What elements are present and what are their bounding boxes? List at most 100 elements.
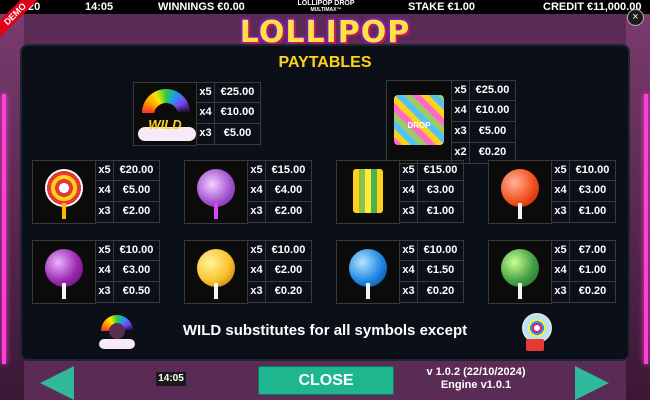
- paytable-orange-lollipop: x5 €10.00 x4 €3.00 x3 €1.00: [488, 160, 616, 224]
- payout-row: x3 €0.50: [96, 282, 160, 303]
- paytable-purple-lollipop: x5 €10.00 x4 €3.00 x3 €0.50: [32, 240, 160, 304]
- payout-row: x4 €4.00: [248, 181, 312, 202]
- payout-value: €1.00: [418, 202, 464, 223]
- yellow-lollipop-icon: [184, 240, 248, 304]
- payout-count: x5: [552, 160, 570, 181]
- payout-row: x3 €2.00: [248, 202, 312, 223]
- version-label: v 1.0.2 (22/10/2024): [426, 366, 526, 378]
- payout-row: x4 €5.00: [96, 181, 160, 202]
- engine-label: Engine v1.0.1: [440, 379, 512, 391]
- payout-count: x5: [400, 160, 418, 181]
- heart-lollipop-icon: [184, 160, 248, 224]
- close-button[interactable]: CLOSE: [258, 366, 394, 395]
- payout-count: x3: [248, 282, 266, 303]
- payout-value: €7.00: [570, 240, 616, 261]
- payout-value: €10.00: [215, 103, 261, 124]
- payout-row: x3 €5.00: [197, 124, 261, 145]
- payout-value: €3.00: [418, 181, 464, 202]
- arrow-right-icon[interactable]: [575, 366, 609, 400]
- payout-count: x3: [248, 202, 266, 223]
- candy-head: [197, 169, 235, 207]
- payout-value: €1.00: [570, 202, 616, 223]
- payout-value: €0.50: [114, 282, 160, 303]
- payout-row: x5 €15.00: [400, 160, 464, 181]
- arrow-left-icon[interactable]: [40, 366, 74, 400]
- candy-bag-shape: [394, 95, 444, 145]
- payout-count: x4: [248, 261, 266, 282]
- payout-value: €2.00: [266, 202, 312, 223]
- payout-value: €10.00: [114, 240, 160, 261]
- winnings: WINNINGS €0.00: [158, 1, 245, 13]
- candy-bag-label: DROP: [407, 121, 431, 130]
- payout-row: x5 €10.00: [552, 160, 616, 181]
- payout-value: €4.00: [266, 181, 312, 202]
- red-swirl-lollipop-icon: [32, 160, 96, 224]
- payout-row: x5 €25.00: [197, 82, 261, 103]
- payout-value: €2.00: [266, 261, 312, 282]
- candy-stick: [518, 203, 522, 219]
- payout-value: €5.00: [114, 181, 160, 202]
- payout-row: x4 €1.00: [552, 261, 616, 282]
- payout-value: €10.00: [570, 160, 616, 181]
- paytable-red-swirl: x5 €20.00 x4 €5.00 x3 €2.00: [32, 160, 160, 224]
- payout-count: x3: [552, 282, 570, 303]
- payout-row: x3 €0.20: [248, 282, 312, 303]
- cloud-shape: [99, 339, 135, 349]
- payout-row: x5 €20.00: [96, 160, 160, 181]
- payout-value: €10.00: [266, 240, 312, 261]
- payout-value: €0.20: [570, 282, 616, 303]
- payout-row: x5 €7.00: [552, 240, 616, 261]
- purple-lollipop-icon: [32, 240, 96, 304]
- payout-count: x5: [248, 160, 266, 181]
- green-lollipop-icon: [488, 240, 552, 304]
- payout-row: x5 €25.00: [452, 80, 516, 101]
- payout-value: €0.20: [418, 282, 464, 303]
- gumball-base: [526, 339, 544, 351]
- blue-lollipop-icon: [336, 240, 400, 304]
- payout-count: x4: [96, 261, 114, 282]
- paytable-heart-lollipops: x5 €15.00 x4 €4.00 x3 €2.00: [184, 160, 312, 224]
- payout-row: x4 €1.50: [400, 261, 464, 282]
- payout-row: x3 €0.20: [552, 282, 616, 303]
- payout-count: x4: [248, 181, 266, 202]
- payout-count: x4: [400, 181, 418, 202]
- paytable-blue-lollipop: x5 €10.00 x4 €1.50 x3 €0.20: [336, 240, 464, 304]
- candy-head: [353, 169, 383, 213]
- paytable-candy-bag: DROP x5 €25.00 x4 €10.00 x3 €5.00 x2 €0.20: [386, 80, 516, 164]
- paytable-yellow-lollipop: x5 €10.00 x4 €2.00 x3 €0.20: [184, 240, 312, 304]
- payout-row: x5 €10.00: [96, 240, 160, 261]
- payout-count: x5: [96, 160, 114, 181]
- mini-title-line2: MULTIMAX™: [310, 7, 342, 13]
- payout-row: x5 €10.00: [400, 240, 464, 261]
- candy-stick: [518, 283, 522, 299]
- payout-count: x3: [197, 124, 215, 145]
- wild-label: WILD: [148, 117, 182, 132]
- payout-count: x5: [400, 240, 418, 261]
- payout-value: €3.00: [570, 181, 616, 202]
- payout-value: €20.00: [114, 160, 160, 181]
- payout-count: x4: [96, 181, 114, 202]
- mini-title-line1: LOLLIPOP DROP: [297, 0, 355, 7]
- payout-row: x3 €1.00: [552, 202, 616, 223]
- payout-count: x3: [452, 122, 470, 143]
- payout-row: x5 €15.00: [248, 160, 312, 181]
- payout-count: x4: [552, 261, 570, 282]
- payout-row: x4 €2.00: [248, 261, 312, 282]
- paytable-wild: WILD x5 €25.00 x4 €10.00 x3 €5.00: [133, 82, 261, 146]
- game-mini-title: LOLLIPOP DROP MULTIMAX™: [296, 0, 356, 14]
- close-icon[interactable]: ×: [627, 9, 644, 26]
- payout-value: €15.00: [266, 160, 312, 181]
- payout-row: x4 €3.00: [96, 261, 160, 282]
- clock: 14:05: [156, 372, 186, 386]
- payout-value: €25.00: [215, 82, 261, 103]
- candy-stick: [214, 283, 218, 299]
- payout-value: €1.50: [418, 261, 464, 282]
- payout-value: €10.00: [470, 101, 516, 122]
- stake: STAKE €1.00: [408, 1, 476, 13]
- payout-count: x4: [197, 103, 215, 124]
- payout-count: x5: [452, 80, 470, 101]
- payout-value: €15.00: [418, 160, 464, 181]
- payout-count: x4: [400, 261, 418, 282]
- panel-title: PAYTABLES: [278, 54, 372, 71]
- payout-value: €25.00: [470, 80, 516, 101]
